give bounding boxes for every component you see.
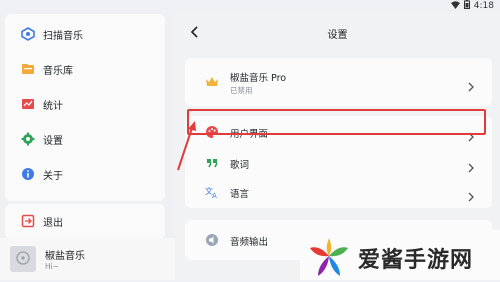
wifi-icon: [450, 0, 460, 12]
settings-row-language[interactable]: 文A 语言: [185, 178, 492, 206]
pro-subtitle: 已禁用: [230, 86, 253, 95]
scan-music-icon: [21, 27, 35, 41]
battery-icon: [463, 0, 470, 12]
chevron-right-icon: [468, 158, 474, 173]
exit-button[interactable]: 退出: [5, 206, 165, 236]
gear-icon: [21, 132, 35, 146]
info-icon: [21, 167, 35, 181]
statistics-icon: [21, 97, 35, 111]
sidebar-item-label: 扫描音乐: [43, 30, 83, 42]
audio-output-icon: [205, 233, 219, 247]
pro-card[interactable]: 椒盐音乐 Pro 已禁用: [185, 58, 492, 106]
album-art: [10, 246, 36, 272]
chevron-right-icon: [468, 77, 474, 92]
player-title: 椒盐音乐: [45, 251, 85, 262]
music-disc-icon: [16, 250, 30, 269]
exit-card: 退出: [5, 204, 165, 239]
sidebar-item-music-library[interactable]: 音乐库: [5, 54, 165, 84]
chevron-right-icon: [468, 187, 474, 202]
music-library-icon: [21, 62, 35, 76]
sidebar-item-label: 统计: [43, 100, 63, 112]
translate-icon: 文A: [205, 185, 219, 199]
sidebar-item-label: 关于: [43, 170, 63, 182]
sidebar-item-statistics[interactable]: 统计: [5, 89, 165, 119]
svg-text:A: A: [212, 192, 217, 199]
highlight-box: [187, 109, 486, 135]
settings-header: 设置: [175, 12, 500, 52]
status-bar: 4:18: [0, 0, 500, 12]
sidebar-item-about[interactable]: 关于: [5, 159, 165, 189]
status-icons: 4:18: [450, 0, 494, 12]
exit-label: 退出: [43, 217, 63, 229]
settings-row-label: 音频输出: [230, 237, 269, 248]
quote-icon: [205, 156, 219, 170]
annotation-arrow: [177, 121, 196, 171]
watermark-logo-icon: [306, 234, 352, 278]
settings-row-label: 语言: [230, 189, 250, 200]
sidebar-item-label: 音乐库: [43, 65, 73, 77]
sidebar-item-label: 设置: [43, 135, 63, 147]
status-time: 4:18: [473, 1, 494, 11]
settings-row-lyrics[interactable]: 歌词: [185, 149, 492, 177]
watermark-text: 爱酱手游网: [358, 248, 474, 273]
crown-icon: [205, 75, 219, 89]
page-title: 设置: [327, 30, 348, 41]
pro-title: 椒盐音乐 Pro: [230, 73, 287, 84]
exit-icon: [21, 214, 35, 228]
sidebar-item-scan-music[interactable]: 扫描音乐: [5, 19, 165, 49]
settings-row-label: 歌词: [230, 160, 250, 171]
sidebar-menu-card: 扫描音乐 音乐库 统计 设置 关于: [5, 14, 165, 201]
player-subtitle: Hi~: [45, 262, 60, 271]
sidebar-item-settings[interactable]: 设置: [5, 124, 165, 154]
